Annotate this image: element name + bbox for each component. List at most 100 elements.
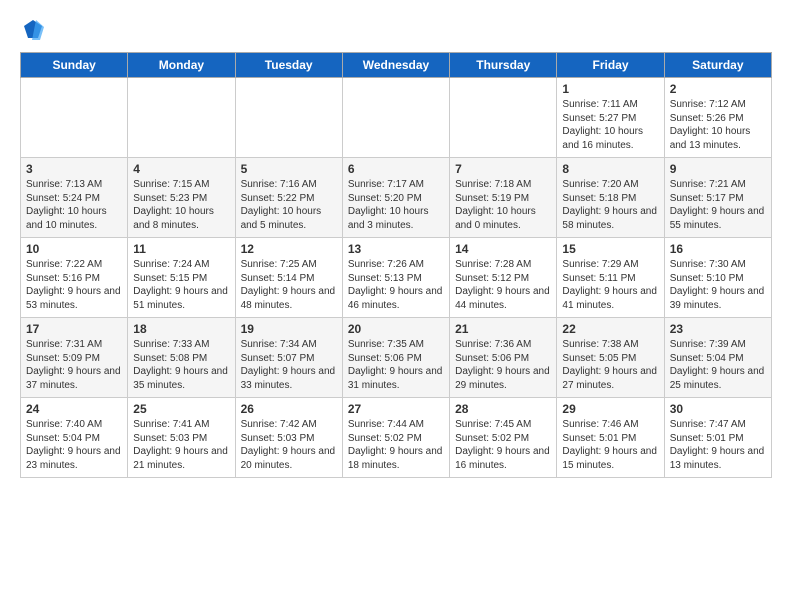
calendar-week-3: 10 Sunrise: 7:22 AMSunset: 5:16 PMDayligh…	[21, 238, 772, 318]
day-info: Sunrise: 7:41 AMSunset: 5:03 PMDaylight:…	[133, 418, 229, 472]
logo	[20, 18, 44, 40]
day-number: 26	[241, 402, 337, 416]
calendar-cell	[342, 78, 449, 158]
day-info: Sunrise: 7:26 AMSunset: 5:13 PMDaylight:…	[348, 258, 444, 312]
day-info: Sunrise: 7:38 AMSunset: 5:05 PMDaylight:…	[562, 338, 658, 392]
calendar-cell: 27 Sunrise: 7:44 AMSunset: 5:02 PMDayligh…	[342, 398, 449, 478]
day-number: 8	[562, 162, 658, 176]
calendar-cell	[128, 78, 235, 158]
calendar-header-row: SundayMondayTuesdayWednesdayThursdayFrid…	[21, 53, 772, 78]
day-number: 29	[562, 402, 658, 416]
day-number: 24	[26, 402, 122, 416]
calendar-cell: 23 Sunrise: 7:39 AMSunset: 5:04 PMDayligh…	[664, 318, 771, 398]
calendar-cell: 4 Sunrise: 7:15 AMSunset: 5:23 PMDaylight…	[128, 158, 235, 238]
calendar-cell: 13 Sunrise: 7:26 AMSunset: 5:13 PMDayligh…	[342, 238, 449, 318]
calendar-cell: 3 Sunrise: 7:13 AMSunset: 5:24 PMDaylight…	[21, 158, 128, 238]
day-info: Sunrise: 7:31 AMSunset: 5:09 PMDaylight:…	[26, 338, 122, 392]
day-number: 19	[241, 322, 337, 336]
day-number: 20	[348, 322, 444, 336]
day-number: 25	[133, 402, 229, 416]
day-info: Sunrise: 7:39 AMSunset: 5:04 PMDaylight:…	[670, 338, 766, 392]
calendar-week-2: 3 Sunrise: 7:13 AMSunset: 5:24 PMDaylight…	[21, 158, 772, 238]
calendar-cell: 28Sunrise: 7:45 AMSunset: 5:02 PMDayligh…	[450, 398, 557, 478]
calendar-cell: 15 Sunrise: 7:29 AMSunset: 5:11 PMDayligh…	[557, 238, 664, 318]
day-number: 6	[348, 162, 444, 176]
calendar-cell: 17 Sunrise: 7:31 AMSunset: 5:09 PMDayligh…	[21, 318, 128, 398]
day-number: 17	[26, 322, 122, 336]
page: SundayMondayTuesdayWednesdayThursdayFrid…	[0, 0, 792, 488]
calendar-cell: 9 Sunrise: 7:21 AMSunset: 5:17 PMDaylight…	[664, 158, 771, 238]
calendar-header-monday: Monday	[128, 53, 235, 78]
day-number: 11	[133, 242, 229, 256]
calendar-cell: 11Sunrise: 7:24 AMSunset: 5:15 PMDayligh…	[128, 238, 235, 318]
day-number: 4	[133, 162, 229, 176]
day-info: Sunrise: 7:30 AMSunset: 5:10 PMDaylight:…	[670, 258, 766, 312]
day-info: Sunrise: 7:16 AMSunset: 5:22 PMDaylight:…	[241, 178, 337, 232]
calendar-cell: 1Sunrise: 7:11 AMSunset: 5:27 PMDaylight…	[557, 78, 664, 158]
calendar-week-1: 1Sunrise: 7:11 AMSunset: 5:27 PMDaylight…	[21, 78, 772, 158]
day-number: 21	[455, 322, 551, 336]
day-number: 5	[241, 162, 337, 176]
calendar-cell	[21, 78, 128, 158]
day-info: Sunrise: 7:44 AMSunset: 5:02 PMDaylight:…	[348, 418, 444, 472]
calendar-cell: 19 Sunrise: 7:34 AMSunset: 5:07 PMDayligh…	[235, 318, 342, 398]
calendar-cell: 14 Sunrise: 7:28 AMSunset: 5:12 PMDayligh…	[450, 238, 557, 318]
day-info: Sunrise: 7:20 AMSunset: 5:18 PMDaylight:…	[562, 178, 658, 232]
day-info: Sunrise: 7:42 AMSunset: 5:03 PMDaylight:…	[241, 418, 337, 472]
day-number: 14	[455, 242, 551, 256]
calendar-cell	[450, 78, 557, 158]
day-number: 3	[26, 162, 122, 176]
calendar-header-friday: Friday	[557, 53, 664, 78]
day-info: Sunrise: 7:21 AMSunset: 5:17 PMDaylight:…	[670, 178, 766, 232]
day-info: Sunrise: 7:25 AMSunset: 5:14 PMDaylight:…	[241, 258, 337, 312]
day-info: Sunrise: 7:11 AMSunset: 5:27 PMDaylight:…	[562, 98, 658, 152]
calendar-table: SundayMondayTuesdayWednesdayThursdayFrid…	[20, 52, 772, 478]
day-number: 27	[348, 402, 444, 416]
day-info: Sunrise: 7:33 AMSunset: 5:08 PMDaylight:…	[133, 338, 229, 392]
day-number: 18	[133, 322, 229, 336]
calendar-header-tuesday: Tuesday	[235, 53, 342, 78]
day-number: 12	[241, 242, 337, 256]
day-info: Sunrise: 7:46 AMSunset: 5:01 PMDaylight:…	[562, 418, 658, 472]
day-info: Sunrise: 7:34 AMSunset: 5:07 PMDaylight:…	[241, 338, 337, 392]
day-info: Sunrise: 7:45 AMSunset: 5:02 PMDaylight:…	[455, 418, 551, 472]
calendar-cell: 8 Sunrise: 7:20 AMSunset: 5:18 PMDaylight…	[557, 158, 664, 238]
day-info: Sunrise: 7:22 AMSunset: 5:16 PMDaylight:…	[26, 258, 122, 312]
calendar-header-wednesday: Wednesday	[342, 53, 449, 78]
day-number: 23	[670, 322, 766, 336]
day-info: Sunrise: 7:47 AMSunset: 5:01 PMDaylight:…	[670, 418, 766, 472]
calendar-cell: 7 Sunrise: 7:18 AMSunset: 5:19 PMDaylight…	[450, 158, 557, 238]
logo-icon	[22, 18, 44, 40]
header	[20, 18, 772, 40]
calendar-header-thursday: Thursday	[450, 53, 557, 78]
day-number: 7	[455, 162, 551, 176]
day-number: 13	[348, 242, 444, 256]
calendar-cell: 5 Sunrise: 7:16 AMSunset: 5:22 PMDaylight…	[235, 158, 342, 238]
calendar-cell	[235, 78, 342, 158]
calendar-cell: 10 Sunrise: 7:22 AMSunset: 5:16 PMDayligh…	[21, 238, 128, 318]
calendar-week-5: 24 Sunrise: 7:40 AMSunset: 5:04 PMDayligh…	[21, 398, 772, 478]
calendar-cell: 26 Sunrise: 7:42 AMSunset: 5:03 PMDayligh…	[235, 398, 342, 478]
day-info: Sunrise: 7:40 AMSunset: 5:04 PMDaylight:…	[26, 418, 122, 472]
day-number: 16	[670, 242, 766, 256]
calendar-week-4: 17 Sunrise: 7:31 AMSunset: 5:09 PMDayligh…	[21, 318, 772, 398]
calendar-header-saturday: Saturday	[664, 53, 771, 78]
day-number: 9	[670, 162, 766, 176]
day-number: 10	[26, 242, 122, 256]
day-info: Sunrise: 7:29 AMSunset: 5:11 PMDaylight:…	[562, 258, 658, 312]
calendar-cell: 30 Sunrise: 7:47 AMSunset: 5:01 PMDayligh…	[664, 398, 771, 478]
day-info: Sunrise: 7:13 AMSunset: 5:24 PMDaylight:…	[26, 178, 122, 232]
day-info: Sunrise: 7:36 AMSunset: 5:06 PMDaylight:…	[455, 338, 551, 392]
calendar-cell: 24 Sunrise: 7:40 AMSunset: 5:04 PMDayligh…	[21, 398, 128, 478]
calendar-cell: 20 Sunrise: 7:35 AMSunset: 5:06 PMDayligh…	[342, 318, 449, 398]
day-info: Sunrise: 7:17 AMSunset: 5:20 PMDaylight:…	[348, 178, 444, 232]
day-info: Sunrise: 7:28 AMSunset: 5:12 PMDaylight:…	[455, 258, 551, 312]
calendar-cell: 12 Sunrise: 7:25 AMSunset: 5:14 PMDayligh…	[235, 238, 342, 318]
day-number: 30	[670, 402, 766, 416]
day-number: 15	[562, 242, 658, 256]
day-info: Sunrise: 7:35 AMSunset: 5:06 PMDaylight:…	[348, 338, 444, 392]
day-info: Sunrise: 7:15 AMSunset: 5:23 PMDaylight:…	[133, 178, 229, 232]
day-info: Sunrise: 7:12 AMSunset: 5:26 PMDaylight:…	[670, 98, 766, 152]
day-info: Sunrise: 7:18 AMSunset: 5:19 PMDaylight:…	[455, 178, 551, 232]
calendar-cell: 21 Sunrise: 7:36 AMSunset: 5:06 PMDayligh…	[450, 318, 557, 398]
